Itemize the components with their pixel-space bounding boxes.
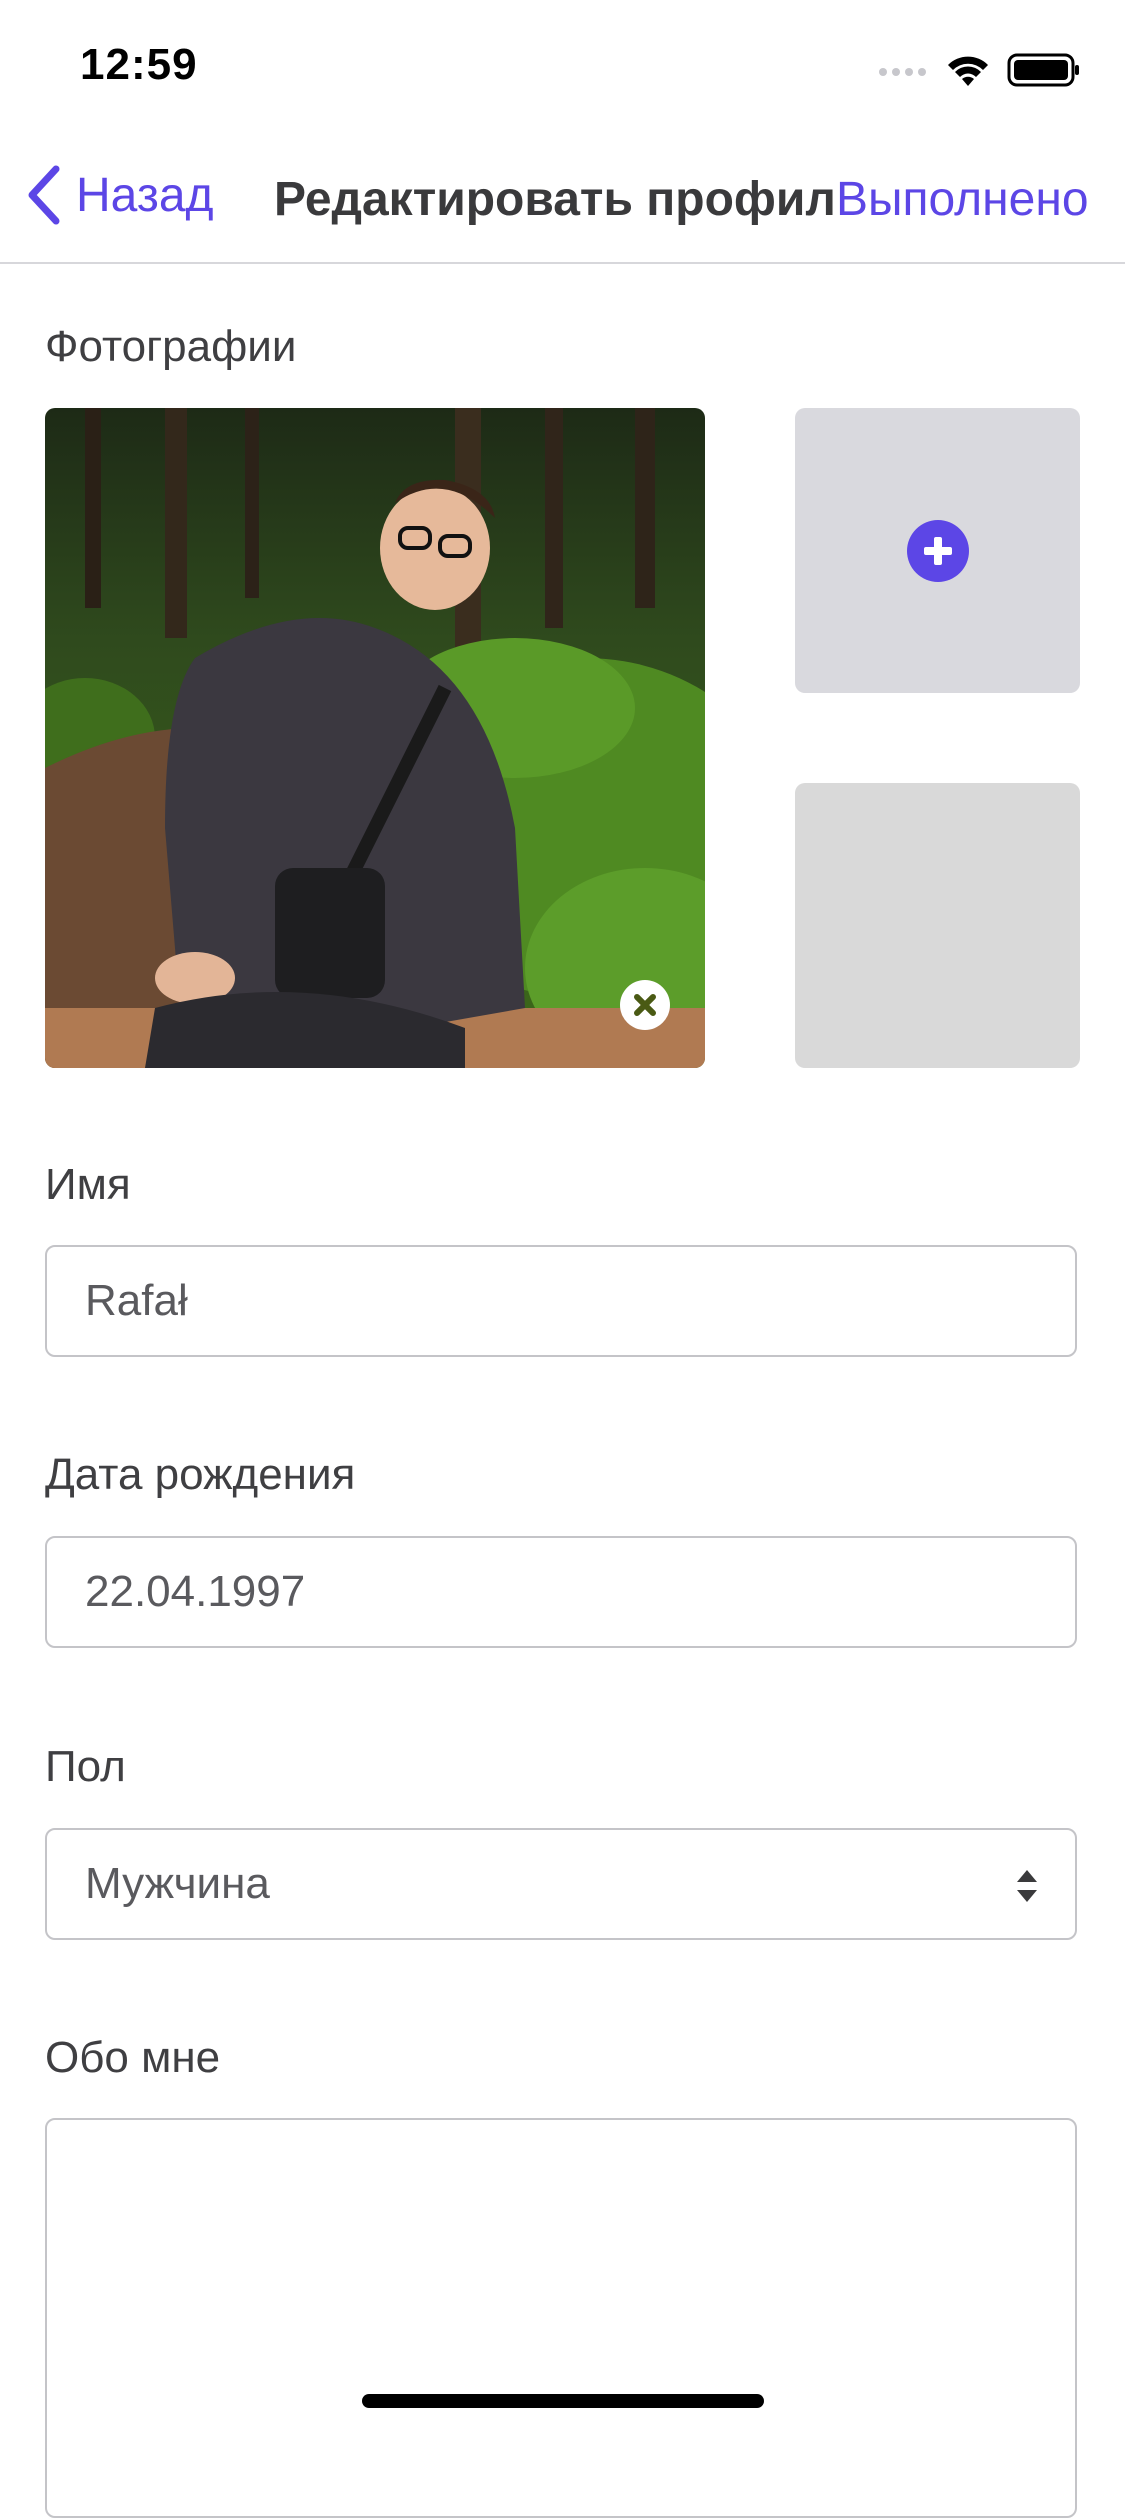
profile-photo-image xyxy=(45,408,705,1068)
plus-circle-icon xyxy=(906,519,969,582)
home-indicator xyxy=(362,2394,764,2408)
about-label: Обо мне xyxy=(45,2033,221,2082)
battery-icon xyxy=(1007,53,1079,87)
birthdate-label: Дата рождения xyxy=(45,1450,356,1499)
chevron-left-icon xyxy=(28,165,60,225)
close-circle-icon xyxy=(634,994,656,1016)
navigation-bar: Назад Редактировать профиль Выполнено xyxy=(0,130,1125,264)
signal-icon xyxy=(879,68,926,76)
name-label: Имя xyxy=(45,1160,131,1209)
back-button-label: Назад xyxy=(76,168,214,222)
photos-label: Фотографии xyxy=(45,322,297,371)
gender-selected-value: Мужчина xyxy=(85,1859,270,1908)
gender-label: Пол xyxy=(45,1742,126,1791)
remove-photo-button[interactable] xyxy=(620,980,670,1030)
name-field[interactable]: Rafał xyxy=(45,1245,1077,1357)
back-button[interactable]: Назад xyxy=(26,160,214,230)
profile-photo[interactable] xyxy=(45,408,705,1068)
status-bar: 12:59 xyxy=(0,0,1125,130)
gender-select[interactable]: Мужчина xyxy=(45,1828,1077,1940)
add-photo-slot[interactable] xyxy=(795,408,1080,693)
status-time: 12:59 xyxy=(80,40,198,89)
done-button[interactable]: Выполнено xyxy=(836,172,1089,227)
birthdate-field[interactable]: 22.04.1997 xyxy=(45,1536,1077,1648)
status-icons xyxy=(877,46,1081,94)
page-title: Редактировать профиль xyxy=(274,173,866,226)
empty-photo-slot[interactable] xyxy=(795,783,1080,1068)
wifi-icon xyxy=(948,56,988,86)
about-textarea[interactable] xyxy=(45,2118,1077,2518)
up-down-arrows-icon xyxy=(1017,1870,1037,1902)
